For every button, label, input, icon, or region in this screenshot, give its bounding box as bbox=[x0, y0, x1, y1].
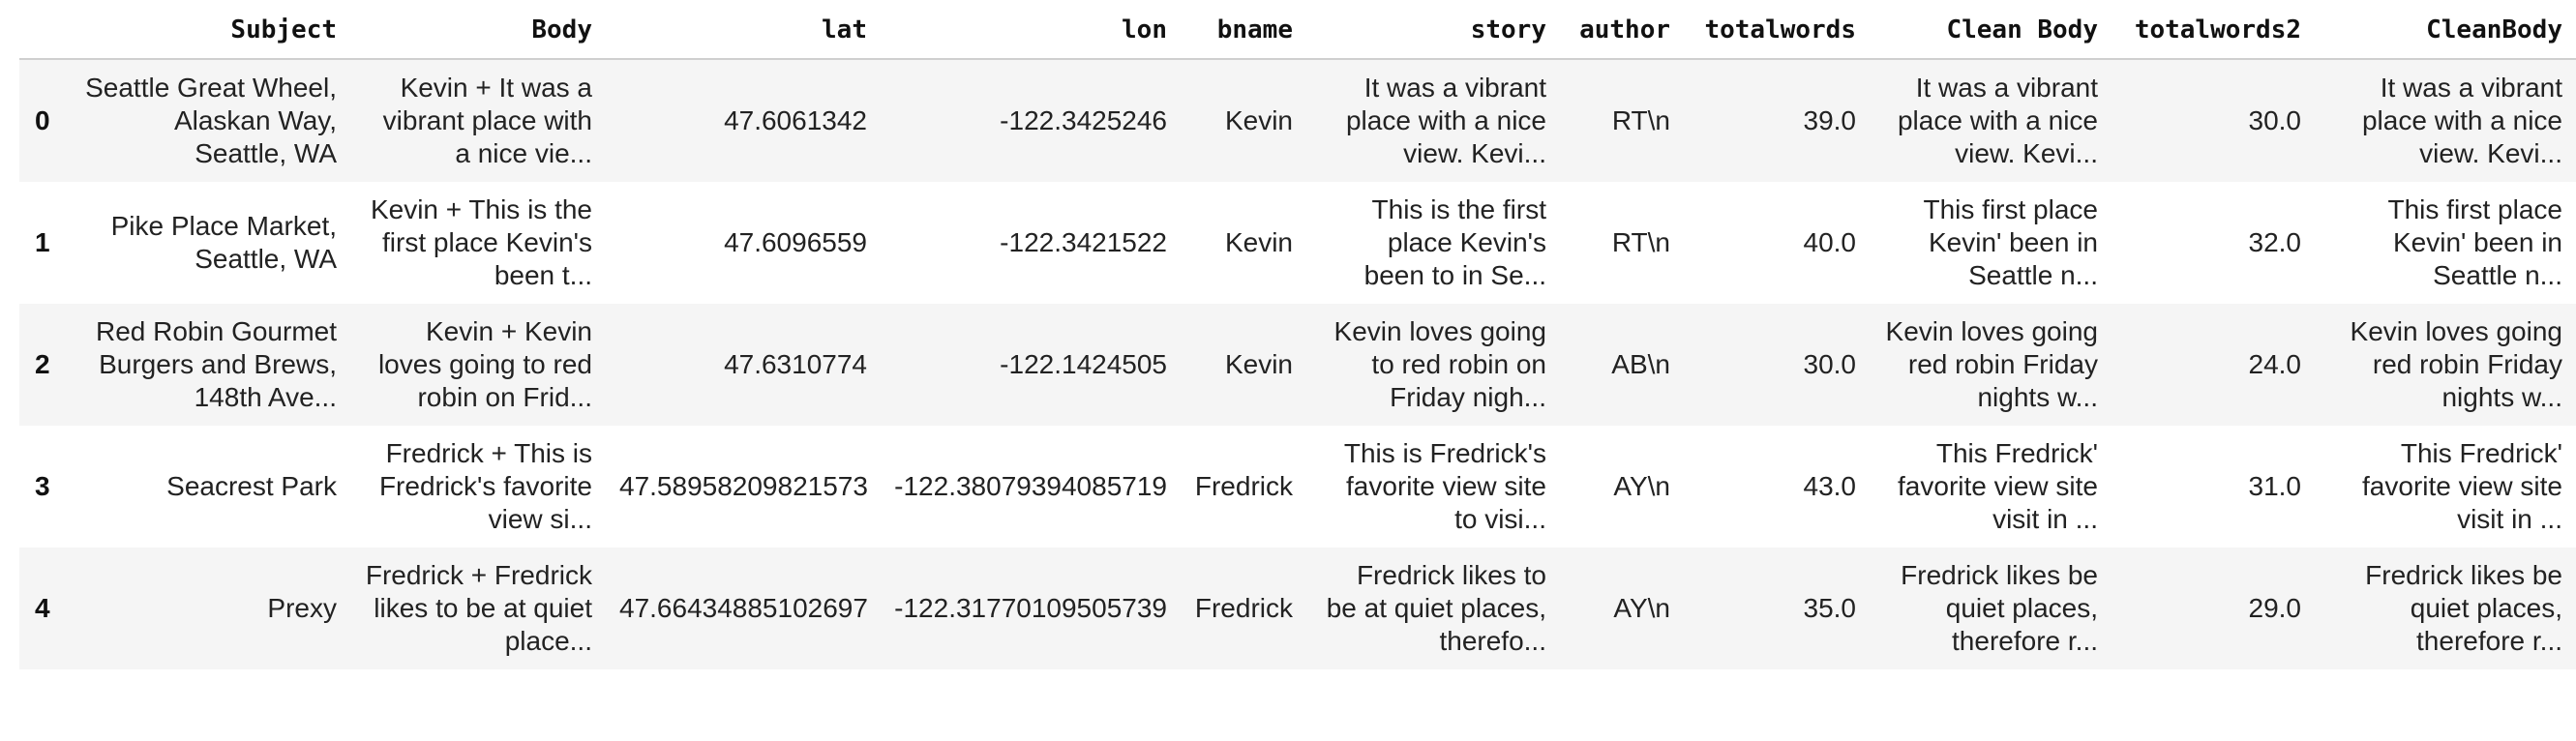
cell-body: Kevin + This is the first place Kevin's … bbox=[370, 194, 592, 290]
cell-body: Kevin + It was a vibrant place with a ni… bbox=[382, 73, 592, 168]
cell-lat: 47.66434885102697 bbox=[619, 593, 868, 623]
column-header-clean-body: Clean Body bbox=[1870, 0, 2112, 60]
cell-author: AB\n bbox=[1611, 349, 1670, 379]
cell-lat: 47.6310774 bbox=[724, 349, 867, 379]
dataframe-output: Subject Body lat lon bname story author … bbox=[19, 0, 2576, 669]
cell-story: This is the first place Kevin's been to … bbox=[1363, 194, 1546, 290]
cell-lon: -122.1424505 bbox=[1000, 349, 1167, 379]
cell-cleanbody: Fredrick likes be quiet places, therefor… bbox=[2365, 560, 2562, 656]
table-row: 1 Pike Place Market, Seattle, WA Kevin +… bbox=[19, 182, 2576, 304]
cell-author: AY\n bbox=[1613, 593, 1670, 623]
cell-clean-body: Fredrick likes be quiet places, therefor… bbox=[1901, 560, 2098, 656]
cell-subject: Pike Place Market, Seattle, WA bbox=[110, 211, 337, 274]
column-header-lat: lat bbox=[606, 0, 881, 60]
column-header-author: author bbox=[1560, 0, 1684, 60]
cell-lon: -122.38079394085719 bbox=[894, 471, 1167, 501]
cell-clean-body: This first place Kevin' been in Seattle … bbox=[1923, 194, 2099, 290]
cell-totalwords2: 24.0 bbox=[2248, 349, 2302, 379]
table-row: 0 Seattle Great Wheel, Alaskan Way, Seat… bbox=[19, 59, 2576, 182]
cell-author: RT\n bbox=[1611, 105, 1670, 135]
cell-totalwords: 39.0 bbox=[1803, 105, 1857, 135]
cell-author: AY\n bbox=[1613, 471, 1670, 501]
table-row: 4 Prexy Fredrick + Fredrick likes to be … bbox=[19, 548, 2576, 669]
header-row: Subject Body lat lon bname story author … bbox=[19, 0, 2576, 60]
cell-story: It was a vibrant place with a nice view.… bbox=[1345, 73, 1546, 168]
cell-bname: Fredrick bbox=[1194, 471, 1293, 501]
cell-lat: 47.6061342 bbox=[724, 105, 867, 135]
dataframe-table: Subject Body lat lon bname story author … bbox=[19, 0, 2576, 669]
cell-story: Fredrick likes to be at quiet places, th… bbox=[1326, 560, 1546, 656]
cell-totalwords2: 32.0 bbox=[2248, 227, 2302, 257]
column-header-body: Body bbox=[350, 0, 606, 60]
cell-totalwords2: 31.0 bbox=[2248, 471, 2302, 501]
cell-body: Fredrick + This is Fredrick's favorite v… bbox=[378, 438, 592, 534]
column-header-bname: bname bbox=[1181, 0, 1306, 60]
table-row: 3 Seacrest Park Fredrick + This is Fredr… bbox=[19, 426, 2576, 548]
cell-lon: -122.3425246 bbox=[1000, 105, 1167, 135]
cell-totalwords: 43.0 bbox=[1803, 471, 1857, 501]
cell-clean-body: This Fredrick' favorite view site visit … bbox=[1898, 438, 2098, 534]
cell-body: Fredrick + Fredrick likes to be at quiet… bbox=[365, 560, 592, 656]
cell-body: Kevin + Kevin loves going to red robin o… bbox=[377, 316, 592, 412]
column-header-story: story bbox=[1306, 0, 1560, 60]
index-header bbox=[19, 0, 68, 60]
cell-story: This is Fredrick's favorite view site to… bbox=[1343, 438, 1546, 534]
column-header-subject: Subject bbox=[68, 0, 350, 60]
cell-totalwords2: 30.0 bbox=[2248, 105, 2302, 135]
cell-cleanbody: Kevin loves going red robin Friday night… bbox=[2350, 316, 2562, 412]
cell-totalwords: 30.0 bbox=[1803, 349, 1857, 379]
column-header-cleanbody: CleanBody bbox=[2315, 0, 2576, 60]
cell-subject: Prexy bbox=[267, 593, 337, 623]
column-header-lon: lon bbox=[881, 0, 1181, 60]
cell-subject: Red Robin Gourmet Burgers and Brews, 148… bbox=[95, 316, 337, 412]
column-header-totalwords: totalwords bbox=[1684, 0, 1870, 60]
cell-cleanbody: This Fredrick' favorite view site visit … bbox=[2362, 438, 2562, 534]
cell-lon: -122.31770109505739 bbox=[894, 593, 1167, 623]
cell-lon: -122.3421522 bbox=[1000, 227, 1167, 257]
cell-cleanbody: It was a vibrant place with a nice view.… bbox=[2361, 73, 2562, 168]
cell-bname: Kevin bbox=[1224, 105, 1293, 135]
column-header-totalwords2: totalwords2 bbox=[2112, 0, 2315, 60]
row-index: 3 bbox=[35, 471, 50, 501]
table-row: 2 Red Robin Gourmet Burgers and Brews, 1… bbox=[19, 304, 2576, 426]
cell-lat: 47.6096559 bbox=[724, 227, 867, 257]
cell-bname: Fredrick bbox=[1194, 593, 1293, 623]
cell-totalwords: 35.0 bbox=[1803, 593, 1857, 623]
cell-story: Kevin loves going to red robin on Friday… bbox=[1333, 316, 1546, 412]
cell-totalwords2: 29.0 bbox=[2248, 593, 2302, 623]
cell-clean-body: It was a vibrant place with a nice view.… bbox=[1897, 73, 2098, 168]
cell-subject: Seacrest Park bbox=[166, 471, 337, 501]
row-index: 4 bbox=[35, 593, 50, 623]
cell-totalwords: 40.0 bbox=[1803, 227, 1857, 257]
cell-subject: Seattle Great Wheel, Alaskan Way, Seattl… bbox=[85, 73, 337, 168]
cell-author: RT\n bbox=[1611, 227, 1670, 257]
cell-bname: Kevin bbox=[1224, 227, 1293, 257]
row-index: 2 bbox=[35, 349, 50, 379]
cell-lat: 47.58958209821573 bbox=[619, 471, 868, 501]
cell-cleanbody: This first place Kevin' been in Seattle … bbox=[2387, 194, 2563, 290]
cell-bname: Kevin bbox=[1224, 349, 1293, 379]
cell-clean-body: Kevin loves going red robin Friday night… bbox=[1885, 316, 2098, 412]
row-index: 1 bbox=[35, 227, 50, 257]
row-index: 0 bbox=[35, 105, 50, 135]
